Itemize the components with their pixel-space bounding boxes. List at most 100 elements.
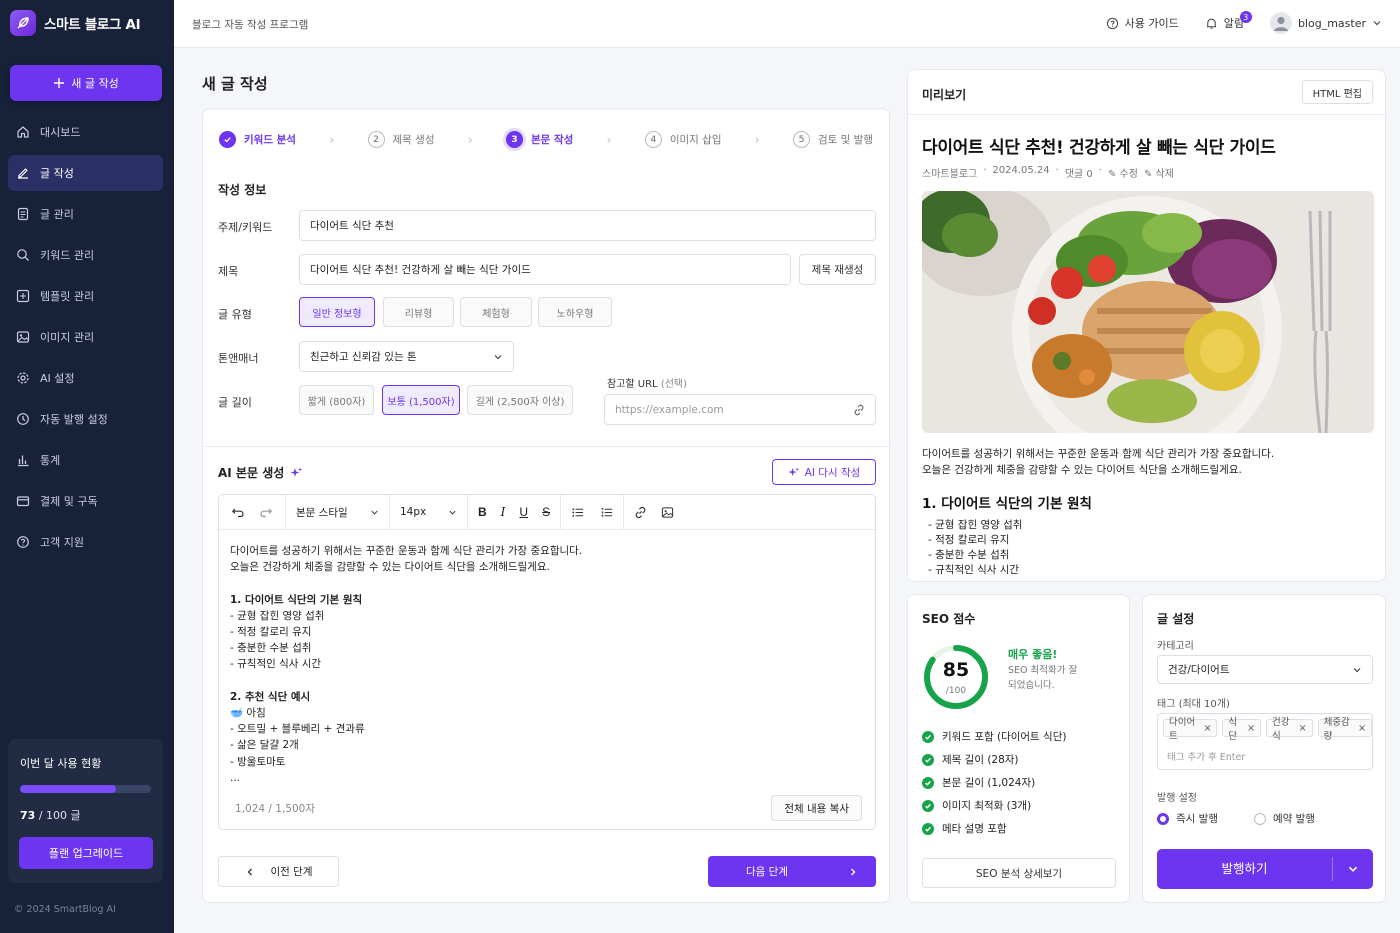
step-review-publish[interactable]: 5 검토 및 발행 [793, 131, 873, 148]
bell-icon [1205, 17, 1218, 30]
ai-section-title: AI 본문 생성 [218, 464, 303, 481]
publish-now-radio[interactable]: 즉시 발행 [1157, 811, 1218, 826]
redo-icon[interactable] [259, 505, 273, 519]
prev-step-button[interactable]: 이전 단계 [218, 856, 339, 887]
sidebar-item-ai-settings[interactable]: AI 설정 [8, 360, 163, 396]
sidebar-nav: 대시보드 글 작성 글 관리 키워드 관리 템플릿 관리 이미지 관리 AI 설… [8, 114, 163, 565]
tag-label: 다이어트 [1169, 717, 1196, 742]
category-label: 카테고리 [1157, 641, 1194, 652]
step-body-writing[interactable]: 3 본문 작성 [506, 131, 573, 148]
preview-title: 다이어트 식단 추천! 건강하게 살 빼는 식단 가이드 [922, 138, 1276, 158]
check-circle-icon [922, 753, 934, 766]
insert-group [624, 495, 684, 529]
rich-text-editor[interactable]: 본문 스타일 14px B I U S 다이어트를 성공하기 위해서는 꾸준한 … [218, 494, 876, 830]
bullet-list-icon[interactable] [571, 506, 584, 519]
chevron-right-icon: › [754, 132, 760, 147]
category-select[interactable]: 건강/다이어트 [1157, 655, 1373, 684]
preview-intro: 다이어트를 성공하기 위해서는 꾸준한 운동과 함께 식단 관리가 가장 중요합… [922, 446, 1274, 478]
undo-icon[interactable] [231, 505, 245, 519]
post-edit-link[interactable]: ✎ 수정 [1108, 165, 1138, 180]
sidebar-item-label: 대시보드 [40, 126, 81, 139]
upgrade-plan-button[interactable]: 플랜 업그레이드 [19, 837, 153, 869]
step-keyword-analysis[interactable]: 키워드 분석 [219, 131, 296, 148]
sidebar-item-billing[interactable]: 결제 및 구독 [8, 483, 163, 519]
close-icon[interactable]: × [1299, 723, 1307, 734]
style-select[interactable]: 본문 스타일 [286, 495, 390, 529]
sidebar-item-keywords[interactable]: 키워드 관리 [8, 237, 163, 273]
editor-line: - 적정 칼로리 유지 [230, 626, 312, 639]
sidebar-item-posts[interactable]: 글 관리 [8, 196, 163, 232]
user-menu[interactable]: blog_master [1269, 12, 1382, 34]
numbered-list-icon[interactable] [600, 506, 613, 519]
sidebar-item-images[interactable]: 이미지 관리 [8, 319, 163, 355]
regenerate-title-button[interactable]: 제목 재생성 [799, 254, 876, 285]
sidebar-item-stats[interactable]: 통계 [8, 442, 163, 478]
sidebar-item-support[interactable]: 고객 지원 [8, 524, 163, 560]
step-image-insert[interactable]: 4 이미지 삽입 [644, 131, 721, 148]
app-logo[interactable]: 스마트 블로그 AI [10, 10, 141, 36]
prev-step-label: 이전 단계 [270, 866, 313, 878]
length-short[interactable]: 짧게 (800자) [299, 385, 374, 415]
type-experience[interactable]: 체험형 [460, 297, 532, 327]
sidebar-item-templates[interactable]: 템플릿 관리 [8, 278, 163, 314]
preview-list-item: - 규칙적인 식사 시간 [928, 564, 1020, 576]
publish-button[interactable]: 발행하기 [1157, 849, 1373, 889]
new-post-button[interactable]: 새 글 작성 [10, 65, 162, 101]
new-post-label: 새 글 작성 [71, 77, 119, 90]
step-indicator: 키워드 분석 › 2 제목 생성 › 3 본문 작성 › 4 이미지 삽입 › … [219, 131, 873, 148]
sidebar-item-write[interactable]: 글 작성 [8, 155, 163, 191]
length-medium[interactable]: 보통 (1,500자) [382, 385, 460, 415]
font-size-select[interactable]: 14px [390, 495, 468, 529]
close-icon[interactable]: × [1203, 723, 1211, 734]
italic-icon[interactable]: I [501, 505, 506, 519]
publish-label: 발행 설정 [1157, 793, 1197, 804]
strikethrough-icon[interactable]: S [542, 505, 550, 519]
sidebar-item-dashboard[interactable]: 대시보드 [8, 114, 163, 150]
guide-link[interactable]: 사용 가이드 [1106, 15, 1179, 31]
underline-icon[interactable]: U [519, 505, 528, 519]
editor-content[interactable]: 다이어트를 성공하기 위해서는 꾸준한 운동과 함께 식단 관리가 가장 중요합… [219, 530, 875, 799]
topic-input[interactable]: 다이어트 식단 추천 [299, 210, 876, 241]
publish-option-label: 예약 발행 [1272, 813, 1315, 825]
tone-label: 톤앤매너 [218, 352, 259, 365]
char-count: 1,024 / 1,500자 [235, 802, 315, 815]
type-knowhow[interactable]: 노하우형 [538, 297, 612, 327]
chevron-down-icon[interactable] [1333, 863, 1373, 875]
next-step-button[interactable]: 다음 단계 [708, 856, 876, 887]
type-review[interactable]: 리뷰형 [383, 297, 454, 327]
sidebar-item-label: 통계 [40, 454, 61, 467]
card-icon [16, 494, 30, 508]
tag-input-placeholder[interactable]: 태그 추가 후 Enter [1167, 749, 1245, 763]
type-info[interactable]: 일반 정보형 [299, 297, 375, 327]
image-icon[interactable] [661, 506, 674, 519]
copy-all-button[interactable]: 전체 내용 복사 [771, 795, 862, 821]
title-input[interactable]: 다이어트 식단 추천! 건강하게 살 빼는 식단 가이드 [299, 254, 791, 285]
tag-input-box[interactable]: 다이어트 × 식단 × 건강식 × 체중감량 × 태그 추가 후 Enter [1157, 713, 1373, 770]
ref-url-input[interactable]: https://example.com [604, 394, 876, 425]
editor-line: - 삶은 달걀 2개 [230, 739, 299, 752]
length-long[interactable]: 길게 (2,500자 이상) [467, 385, 573, 415]
search-icon [16, 248, 30, 262]
seo-checklist: 키워드 포함 (다이어트 식단) 제목 길이 (28자) 본문 길이 (1,02… [922, 725, 1066, 840]
publish-scheduled-radio[interactable]: 예약 발행 [1253, 811, 1315, 826]
link-icon[interactable] [634, 506, 647, 519]
post-author: 스마트블로그 [922, 169, 978, 180]
post-date: 2024.05.24 [992, 165, 1050, 176]
next-step-label: 다음 단계 [746, 866, 788, 878]
bold-icon[interactable]: B [478, 505, 487, 519]
notifications-button[interactable]: 알림 3 [1205, 11, 1252, 31]
sidebar-item-auto-publish[interactable]: 자동 발행 설정 [8, 401, 163, 437]
editor-line: 🥣 아침 [230, 707, 266, 720]
step-title-generation[interactable]: 2 제목 생성 [367, 131, 434, 148]
post-delete-link[interactable]: ✎ 삭제 [1144, 165, 1174, 180]
tags-label: 태그 (최대 10개) [1157, 699, 1230, 710]
seo-check-item: 본문 길이 (1,024자) [922, 771, 1066, 794]
chevron-right-icon: › [329, 132, 335, 147]
seo-detail-button[interactable]: SEO 분석 상세보기 [922, 858, 1116, 888]
close-icon[interactable]: × [1247, 723, 1255, 734]
html-edit-button[interactable]: HTML 편집 [1301, 80, 1373, 104]
tone-select[interactable]: 친근하고 신뢰감 있는 톤 [299, 341, 514, 372]
ai-rewrite-button[interactable]: AI 다시 작성 [772, 459, 876, 485]
close-icon[interactable]: × [1358, 723, 1366, 734]
